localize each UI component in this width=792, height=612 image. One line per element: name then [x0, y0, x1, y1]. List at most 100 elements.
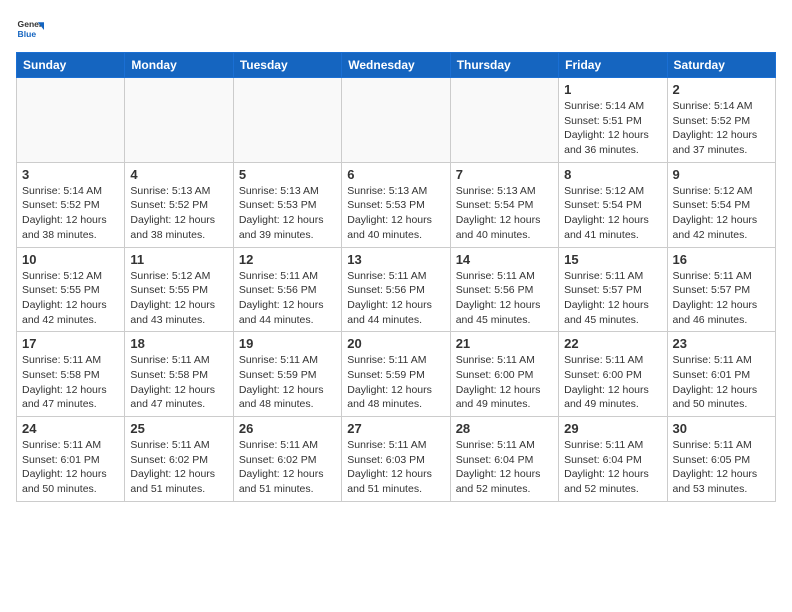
calendar-cell: 24 Sunrise: 5:11 AM Sunset: 6:01 PM Dayli…	[17, 417, 125, 502]
day-info: Sunrise: 5:11 AM Sunset: 5:57 PM Dayligh…	[564, 269, 661, 328]
day-number: 30	[673, 421, 770, 436]
day-number: 16	[673, 252, 770, 267]
calendar-cell: 19Sunrise: 5:11 AM Sunset: 5:59 PM Dayli…	[233, 332, 341, 417]
day-info: Sunrise: 5:11 AM Sunset: 6:04 PM Dayligh…	[564, 438, 661, 497]
calendar-week-row: 17 Sunrise: 5:11 AM Sunset: 5:58 PM Dayli…	[17, 332, 776, 417]
calendar-cell: 3Sunrise: 5:14 AM Sunset: 5:52 PM Daylig…	[17, 162, 125, 247]
day-number: 20	[347, 336, 444, 351]
day-number: 27	[347, 421, 444, 436]
day-number: 18	[130, 336, 227, 351]
calendar-cell: 28Sunrise: 5:11 AM Sunset: 6:04 PM Dayli…	[450, 417, 558, 502]
calendar-week-row: 1 Sunrise: 5:14 AM Sunset: 5:51 PM Daylig…	[17, 78, 776, 163]
logo: General Blue	[16, 16, 44, 44]
calendar-cell	[450, 78, 558, 163]
calendar-cell: 15 Sunrise: 5:11 AM Sunset: 5:57 PM Dayli…	[559, 247, 667, 332]
calendar-cell: 29 Sunrise: 5:11 AM Sunset: 6:04 PM Dayli…	[559, 417, 667, 502]
day-info: Sunrise: 5:11 AM Sunset: 6:01 PM Dayligh…	[673, 353, 770, 412]
day-info: Sunrise: 5:11 AM Sunset: 6:02 PM Dayligh…	[130, 438, 227, 497]
calendar-cell: 16 Sunrise: 5:11 AM Sunset: 5:57 PM Dayli…	[667, 247, 775, 332]
day-number: 10	[22, 252, 119, 267]
day-info: Sunrise: 5:11 AM Sunset: 5:59 PM Dayligh…	[347, 353, 444, 412]
day-info: Sunrise: 5:12 AM Sunset: 5:55 PM Dayligh…	[22, 269, 119, 328]
day-info: Sunrise: 5:11 AM Sunset: 6:05 PM Dayligh…	[673, 438, 770, 497]
day-number: 2	[673, 82, 770, 97]
day-number: 9	[673, 167, 770, 182]
calendar-week-row: 3Sunrise: 5:14 AM Sunset: 5:52 PM Daylig…	[17, 162, 776, 247]
day-of-week-header: Monday	[125, 53, 233, 78]
calendar-cell: 4 Sunrise: 5:13 AM Sunset: 5:52 PM Daylig…	[125, 162, 233, 247]
logo-icon: General Blue	[16, 16, 44, 44]
day-number: 26	[239, 421, 336, 436]
day-info: Sunrise: 5:12 AM Sunset: 5:55 PM Dayligh…	[130, 269, 227, 328]
calendar-cell: 1 Sunrise: 5:14 AM Sunset: 5:51 PM Daylig…	[559, 78, 667, 163]
calendar-header-row: SundayMondayTuesdayWednesdayThursdayFrid…	[17, 53, 776, 78]
day-info: Sunrise: 5:11 AM Sunset: 5:58 PM Dayligh…	[22, 353, 119, 412]
calendar-cell: 23 Sunrise: 5:11 AM Sunset: 6:01 PM Dayli…	[667, 332, 775, 417]
day-number: 5	[239, 167, 336, 182]
calendar-cell: 13 Sunrise: 5:11 AM Sunset: 5:56 PM Dayli…	[342, 247, 450, 332]
day-of-week-header: Tuesday	[233, 53, 341, 78]
day-of-week-header: Friday	[559, 53, 667, 78]
day-number: 3	[22, 167, 119, 182]
day-info: Sunrise: 5:14 AM Sunset: 5:51 PM Dayligh…	[564, 99, 661, 158]
day-number: 7	[456, 167, 553, 182]
day-number: 14	[456, 252, 553, 267]
calendar-cell: 9 Sunrise: 5:12 AM Sunset: 5:54 PM Daylig…	[667, 162, 775, 247]
day-number: 29	[564, 421, 661, 436]
calendar-cell: 22Sunrise: 5:11 AM Sunset: 6:00 PM Dayli…	[559, 332, 667, 417]
page-header: General Blue	[16, 16, 776, 44]
day-number: 28	[456, 421, 553, 436]
day-info: Sunrise: 5:11 AM Sunset: 6:00 PM Dayligh…	[456, 353, 553, 412]
calendar-cell: 21 Sunrise: 5:11 AM Sunset: 6:00 PM Dayli…	[450, 332, 558, 417]
calendar-cell: 8 Sunrise: 5:12 AM Sunset: 5:54 PM Daylig…	[559, 162, 667, 247]
day-info: Sunrise: 5:13 AM Sunset: 5:54 PM Dayligh…	[456, 184, 553, 243]
day-info: Sunrise: 5:11 AM Sunset: 5:56 PM Dayligh…	[347, 269, 444, 328]
calendar-cell: 10 Sunrise: 5:12 AM Sunset: 5:55 PM Dayli…	[17, 247, 125, 332]
svg-text:Blue: Blue	[18, 29, 37, 39]
day-number: 22	[564, 336, 661, 351]
day-number: 17	[22, 336, 119, 351]
calendar-cell: 25 Sunrise: 5:11 AM Sunset: 6:02 PM Dayli…	[125, 417, 233, 502]
calendar-cell: 14 Sunrise: 5:11 AM Sunset: 5:56 PM Dayli…	[450, 247, 558, 332]
day-info: Sunrise: 5:11 AM Sunset: 6:01 PM Dayligh…	[22, 438, 119, 497]
day-of-week-header: Sunday	[17, 53, 125, 78]
day-info: Sunrise: 5:12 AM Sunset: 5:54 PM Dayligh…	[673, 184, 770, 243]
day-info: Sunrise: 5:11 AM Sunset: 6:02 PM Dayligh…	[239, 438, 336, 497]
day-info: Sunrise: 5:13 AM Sunset: 5:53 PM Dayligh…	[347, 184, 444, 243]
calendar-cell	[342, 78, 450, 163]
day-number: 8	[564, 167, 661, 182]
day-number: 23	[673, 336, 770, 351]
day-info: Sunrise: 5:11 AM Sunset: 5:56 PM Dayligh…	[456, 269, 553, 328]
calendar-cell: 27 Sunrise: 5:11 AM Sunset: 6:03 PM Dayli…	[342, 417, 450, 502]
calendar-cell	[233, 78, 341, 163]
day-number: 21	[456, 336, 553, 351]
day-of-week-header: Thursday	[450, 53, 558, 78]
day-number: 24	[22, 421, 119, 436]
day-info: Sunrise: 5:14 AM Sunset: 5:52 PM Dayligh…	[673, 99, 770, 158]
day-number: 4	[130, 167, 227, 182]
day-info: Sunrise: 5:11 AM Sunset: 5:57 PM Dayligh…	[673, 269, 770, 328]
calendar-cell: 5 Sunrise: 5:13 AM Sunset: 5:53 PM Daylig…	[233, 162, 341, 247]
day-of-week-header: Saturday	[667, 53, 775, 78]
day-number: 19	[239, 336, 336, 351]
day-info: Sunrise: 5:11 AM Sunset: 5:56 PM Dayligh…	[239, 269, 336, 328]
day-info: Sunrise: 5:13 AM Sunset: 5:53 PM Dayligh…	[239, 184, 336, 243]
calendar-table: SundayMondayTuesdayWednesdayThursdayFrid…	[16, 52, 776, 502]
day-number: 1	[564, 82, 661, 97]
day-number: 6	[347, 167, 444, 182]
day-number: 15	[564, 252, 661, 267]
calendar-cell: 12Sunrise: 5:11 AM Sunset: 5:56 PM Dayli…	[233, 247, 341, 332]
calendar-cell	[125, 78, 233, 163]
calendar-cell: 26 Sunrise: 5:11 AM Sunset: 6:02 PM Dayli…	[233, 417, 341, 502]
calendar-cell	[17, 78, 125, 163]
calendar-cell: 11Sunrise: 5:12 AM Sunset: 5:55 PM Dayli…	[125, 247, 233, 332]
day-info: Sunrise: 5:11 AM Sunset: 6:03 PM Dayligh…	[347, 438, 444, 497]
day-number: 25	[130, 421, 227, 436]
calendar-cell: 17 Sunrise: 5:11 AM Sunset: 5:58 PM Dayli…	[17, 332, 125, 417]
day-number: 13	[347, 252, 444, 267]
day-info: Sunrise: 5:13 AM Sunset: 5:52 PM Dayligh…	[130, 184, 227, 243]
calendar-cell: 6 Sunrise: 5:13 AM Sunset: 5:53 PM Daylig…	[342, 162, 450, 247]
day-info: Sunrise: 5:12 AM Sunset: 5:54 PM Dayligh…	[564, 184, 661, 243]
calendar-cell: 30 Sunrise: 5:11 AM Sunset: 6:05 PM Dayli…	[667, 417, 775, 502]
day-info: Sunrise: 5:11 AM Sunset: 5:58 PM Dayligh…	[130, 353, 227, 412]
